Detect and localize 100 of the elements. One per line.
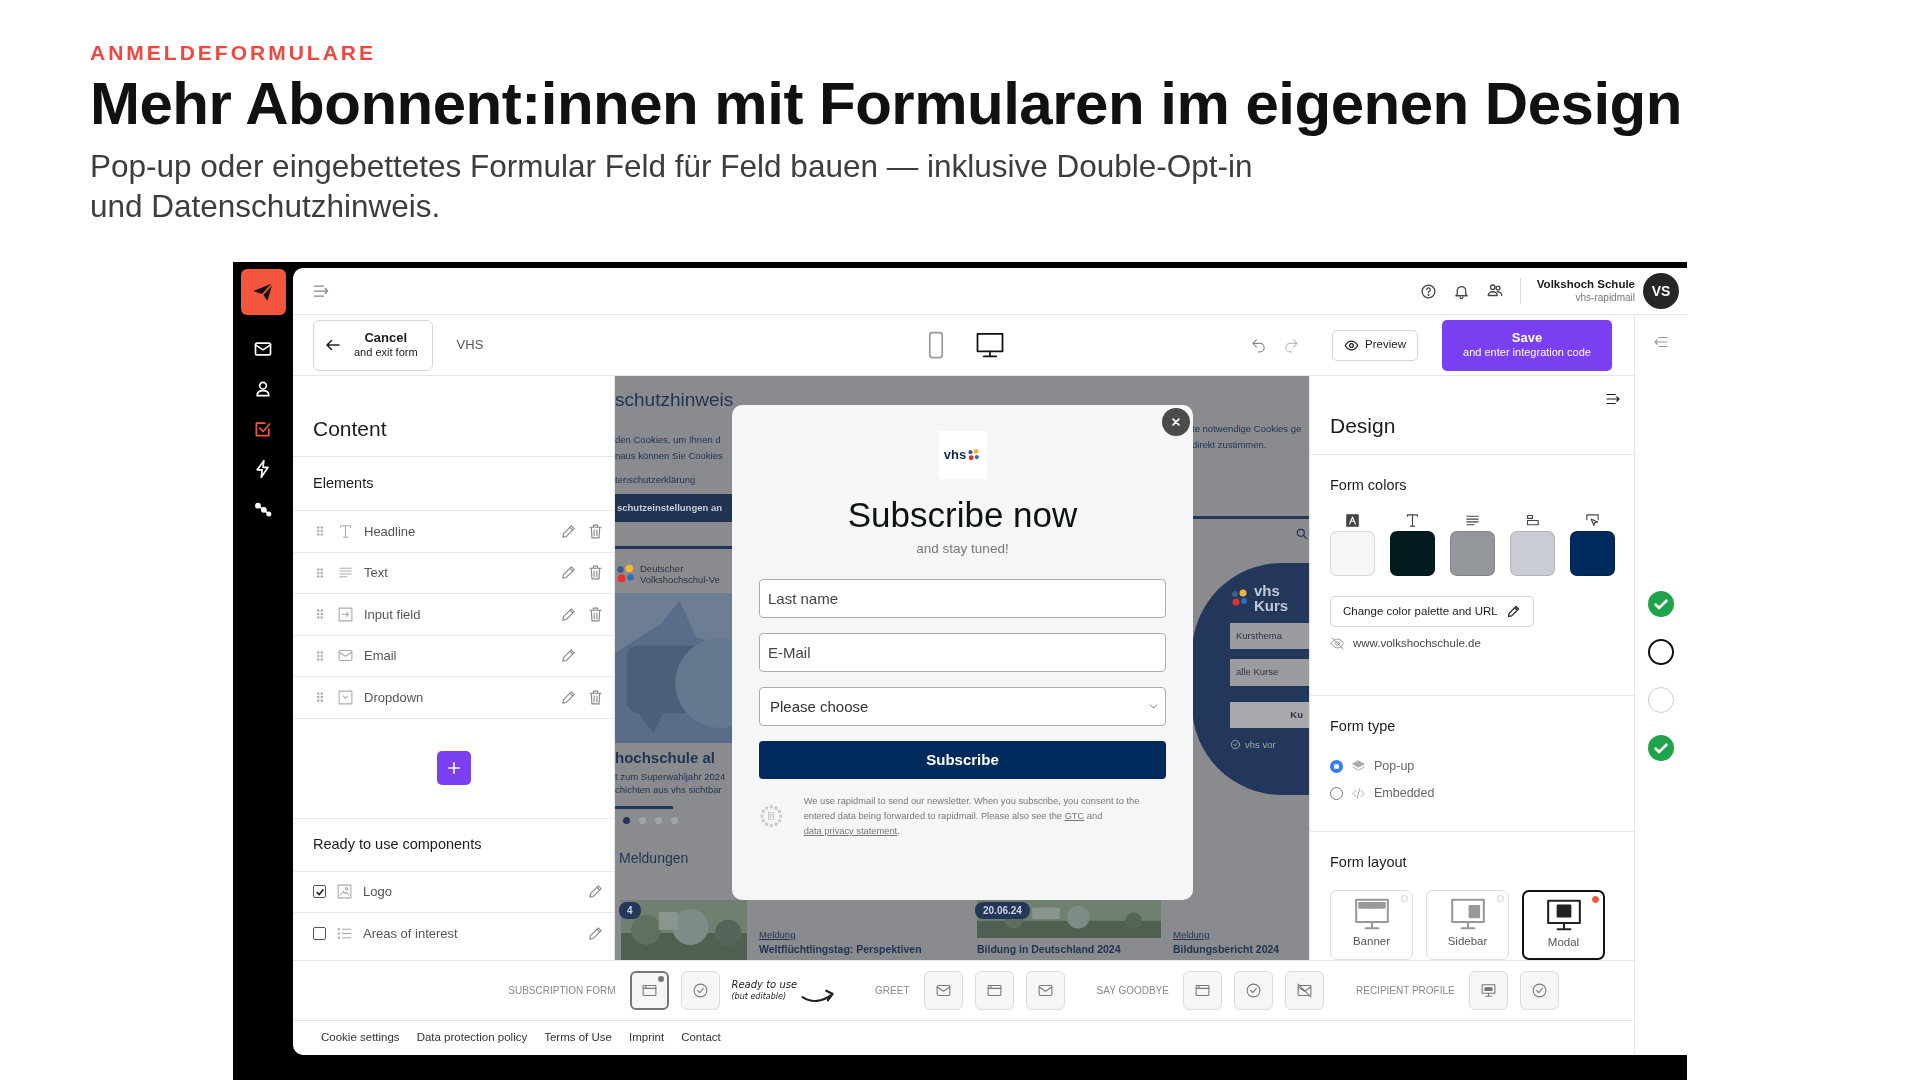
checkbox[interactable] [313, 885, 326, 899]
color-swatch[interactable] [1390, 531, 1435, 577]
monitor-icon [1479, 982, 1497, 999]
color-swatch[interactable] [1450, 531, 1495, 577]
step-group-label: RECIPIENT PROFILE [1356, 984, 1455, 998]
preview-button[interactable]: Preview [1332, 329, 1418, 361]
radio-button[interactable] [1330, 760, 1343, 774]
news-title[interactable]: Bildungsbericht 2024 [1173, 942, 1303, 958]
cancel-button[interactable]: Cancel and exit form [313, 319, 433, 371]
pencil-icon[interactable] [560, 564, 577, 582]
course-field[interactable]: alle Kurse [1230, 659, 1309, 686]
layout-option[interactable]: Sidebar [1426, 890, 1509, 960]
trash-icon[interactable] [587, 564, 604, 582]
handwritten-note: (but editable) [731, 990, 788, 1003]
footer-link[interactable]: Imprint [628, 1029, 665, 1047]
hidden-icon[interactable] [1330, 636, 1345, 652]
course-field[interactable]: Kursthema [1230, 623, 1309, 650]
palette-button[interactable]: Change color palette and URL [1330, 596, 1534, 628]
code-icon [1351, 786, 1366, 802]
app-logo[interactable] [240, 269, 286, 315]
carousel-dot[interactable] [639, 816, 646, 824]
section-title: Elements [313, 473, 374, 493]
radio-button[interactable] [1330, 787, 1343, 801]
color-swatch[interactable] [1330, 531, 1375, 577]
hero-title: hochschule al [615, 748, 717, 769]
section-title: Form type [1330, 716, 1397, 736]
trash-icon[interactable] [587, 522, 604, 540]
mail-icon[interactable] [253, 339, 273, 359]
section-title: Form layout [1330, 853, 1408, 873]
window-icon [640, 982, 658, 999]
brand-logo: Deutscher Volkshochschul-Ve [615, 563, 732, 586]
letter-a-icon [1344, 512, 1361, 530]
close-button[interactable] [1162, 408, 1190, 436]
status-dot [1592, 896, 1599, 903]
mail-icon [1036, 982, 1054, 999]
pencil-icon[interactable] [560, 647, 577, 665]
element-label: Dropdown [364, 688, 425, 707]
element-label: Headline [364, 522, 417, 541]
dropdown-field[interactable]: Please choose [759, 687, 1166, 727]
pencil-icon[interactable] [560, 605, 577, 623]
news-title[interactable]: Weltflüchtlingstag: Perspektiven [759, 942, 965, 958]
avatar[interactable]: VS [1643, 273, 1679, 309]
step-button[interactable] [629, 971, 669, 1010]
carousel-dot[interactable] [623, 816, 630, 824]
color-swatch[interactable] [1510, 531, 1555, 577]
eyebrow-label: ANMELDEFORMULARE [90, 40, 377, 66]
color-swatch[interactable] [1570, 531, 1615, 577]
footer-link[interactable]: Contact [681, 1029, 721, 1047]
monitor-icon[interactable] [974, 330, 1005, 360]
site-link[interactable]: tenschutzerklärung [615, 472, 732, 488]
notice-link[interactable]: GTC [1064, 810, 1085, 821]
course-link[interactable]: vhs vor [1245, 737, 1276, 752]
site-button[interactable]: schutzeinstellungen an [615, 494, 732, 523]
text-icon [1404, 512, 1421, 530]
news-title[interactable]: Bildung in Deutschland 2024 [977, 942, 1161, 958]
checkbox[interactable] [313, 926, 326, 940]
privacy-notice: We use rapidmail to send our newsletter. When you subscribe, you consent to the entered data being forwarded to rapidmail. Please also see the GTC and data privacy statement. [803, 794, 1141, 838]
pencil-icon[interactable] [560, 522, 577, 540]
pencil-icon[interactable] [587, 924, 604, 942]
footer-link[interactable]: Data protection policy [416, 1029, 528, 1047]
panel-title: Design [1330, 413, 1396, 440]
footer-link[interactable]: Terms of Use [544, 1029, 612, 1047]
undo-icon[interactable] [1250, 336, 1268, 354]
footer-link[interactable]: Cookie settings [321, 1029, 400, 1047]
check-circle-icon [691, 982, 709, 999]
add-button[interactable] [436, 751, 471, 785]
search-icon[interactable] [1295, 527, 1309, 541]
text-field[interactable]: Last name [759, 579, 1166, 619]
help-icon[interactable] [1419, 282, 1437, 300]
save-button[interactable]: Save and enter integration code [1442, 319, 1612, 371]
news-tag[interactable]: Meldung [1173, 928, 1303, 943]
carousel-dot[interactable] [655, 816, 662, 824]
logo: vhs [938, 431, 987, 479]
page-title: Mehr Abonnent:innen mit Formularen im eigenen Design [90, 72, 1683, 136]
layout-option[interactable]: Banner [1330, 890, 1413, 960]
course-button[interactable]: Ku [1230, 701, 1309, 728]
redo-icon[interactable] [1283, 336, 1301, 354]
section-title: Ready to use components [313, 834, 482, 854]
eye-icon [1344, 337, 1360, 353]
news-tag[interactable]: Meldung [759, 928, 965, 943]
layout-option[interactable]: Modal [1522, 890, 1605, 960]
carousel-dot[interactable] [671, 816, 678, 824]
subscribe-button[interactable]: Subscribe [759, 741, 1166, 780]
trash-icon[interactable] [587, 688, 604, 706]
crossed-mail-icon [1296, 982, 1313, 999]
person-icon[interactable] [253, 379, 273, 399]
pencil-icon[interactable] [587, 883, 604, 901]
window-icon [985, 982, 1003, 999]
site-text: den Cookies, um Ihnen d naus können Sie Cookies [615, 433, 724, 463]
step-group-label: GREET [875, 984, 910, 998]
element-label: Text [364, 564, 389, 582]
checklist-icon[interactable] [253, 419, 273, 439]
site-heading: schutzhinweis [615, 388, 732, 412]
modal-subline: and stay tuned! [916, 540, 1009, 558]
text-field[interactable]: E-Mail [759, 633, 1166, 673]
close-icon [1169, 415, 1183, 429]
dots-logo-icon [1230, 588, 1250, 608]
trash-icon[interactable] [587, 605, 604, 623]
input-icon [337, 605, 354, 623]
pencil-icon[interactable] [560, 688, 577, 706]
